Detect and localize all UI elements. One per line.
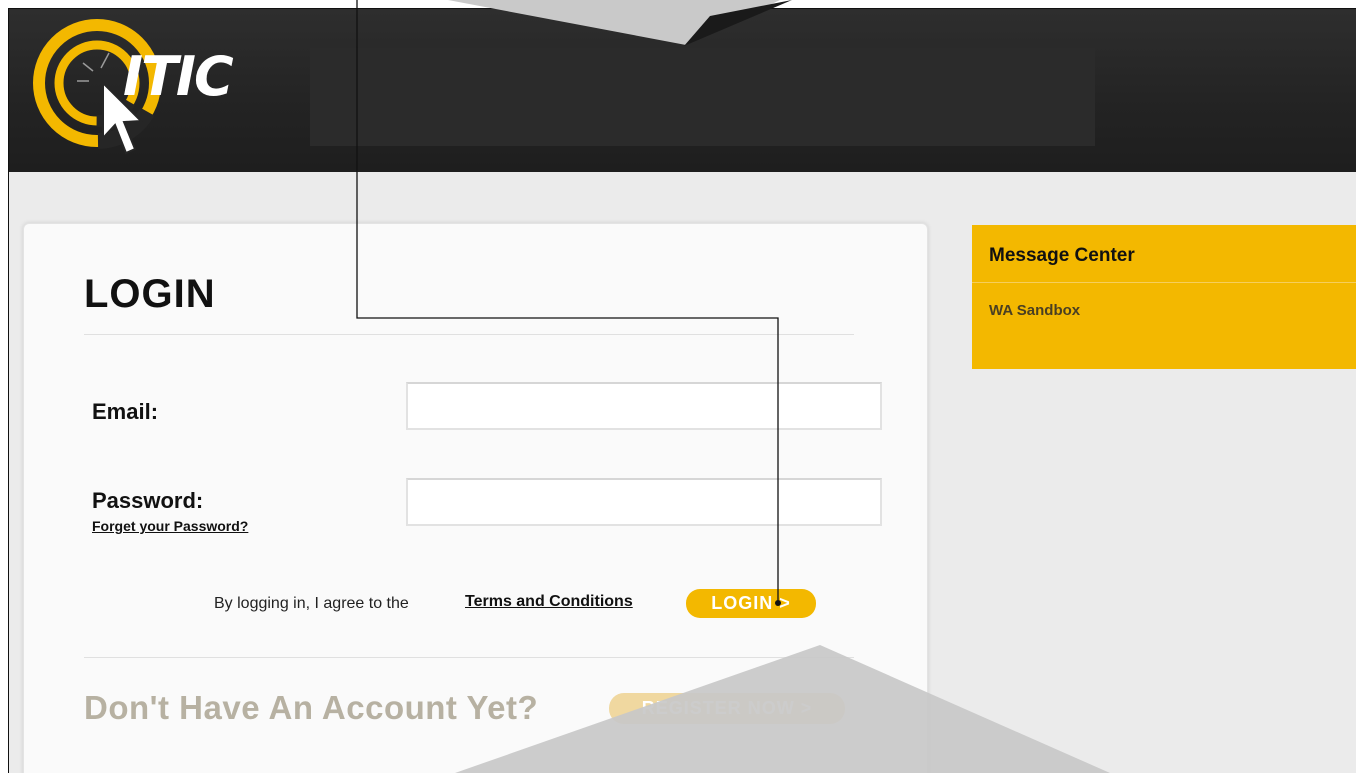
itic-logo[interactable]: ITIC [23,13,253,163]
password-label: Password: [92,488,204,513]
message-center-divider [972,282,1356,283]
forgot-password-link[interactable]: Forget your Password? [92,518,248,534]
terms-and-conditions-link[interactable]: Terms and Conditions [465,593,633,611]
login-heading: LOGIN [84,272,216,316]
login-heading-divider [84,334,854,335]
password-field[interactable] [406,478,882,526]
terms-agreement-text: By logging in, I agree to the [214,595,409,612]
logo-wordmark: ITIC [123,45,234,108]
message-center-title: Message Center [989,245,1135,266]
message-center-panel: Message Center WA Sandbox [972,225,1356,369]
header-banner-area [310,48,1095,146]
email-field[interactable] [406,382,882,430]
page-frame: ITIC LOGIN Email: Password: Forget your … [8,8,1356,773]
login-card: LOGIN Email: Password: Forget your Passw… [23,223,928,773]
register-divider [84,657,854,658]
email-label: Email: [92,399,159,424]
register-now-button[interactable]: REGISTER NOW > [609,693,845,724]
message-item[interactable]: WA Sandbox [989,302,1080,319]
login-button[interactable]: LOGIN > [686,589,816,618]
no-account-text: Don't Have An Account Yet? [84,689,539,726]
site-header: ITIC [9,9,1356,172]
